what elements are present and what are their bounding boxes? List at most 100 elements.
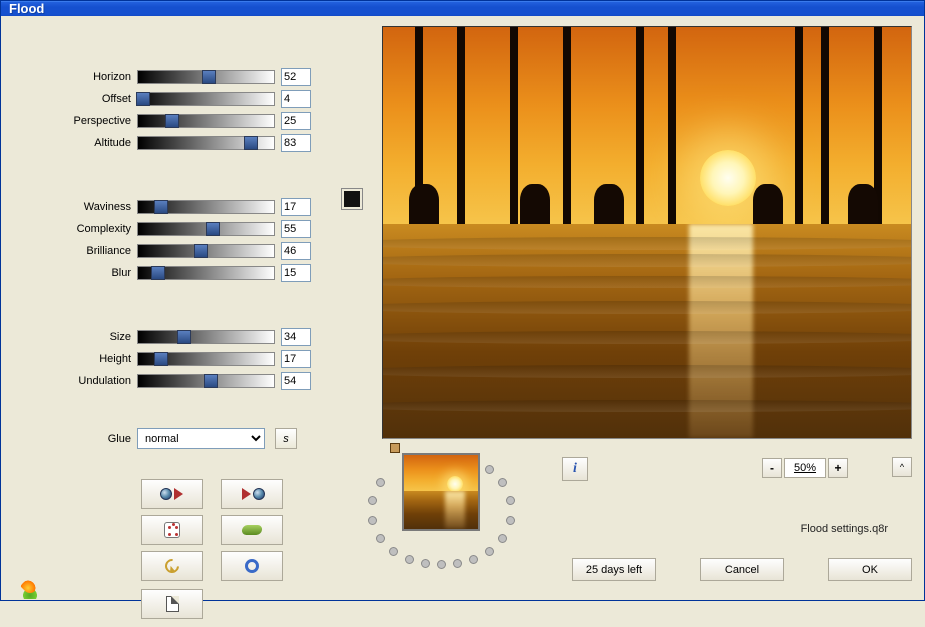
glue-select[interactable]: normal	[137, 428, 265, 449]
days-left-button[interactable]: 25 days left	[572, 558, 656, 581]
preview-image[interactable]	[382, 26, 912, 439]
ring-icon	[245, 559, 259, 573]
direction-dot[interactable]	[498, 534, 507, 543]
zoom-out-button[interactable]: -	[762, 458, 782, 478]
slider-thumb[interactable]	[204, 374, 218, 388]
slider-label: Perspective	[9, 115, 137, 127]
slider-row-complexity: Complexity	[9, 218, 369, 240]
ok-button[interactable]: OK	[828, 558, 912, 581]
slider-thumb[interactable]	[151, 266, 165, 280]
play-icon	[242, 488, 251, 500]
direction-dot[interactable]	[485, 547, 494, 556]
slider-thumb[interactable]	[206, 222, 220, 236]
preview-water	[383, 224, 911, 438]
slider-track[interactable]	[137, 114, 275, 128]
glue-s-button[interactable]: s	[275, 428, 297, 449]
slider-track[interactable]	[137, 266, 275, 280]
person-silhouette	[848, 184, 878, 224]
slider-track[interactable]	[137, 200, 275, 214]
glue-label: Glue	[9, 433, 137, 445]
glue-row: Glue normal s	[9, 428, 369, 449]
direction-dot[interactable]	[405, 555, 414, 564]
slider-value-input[interactable]	[281, 372, 311, 390]
collapse-button[interactable]: ^	[892, 457, 912, 477]
palm-silhouette	[457, 27, 465, 224]
direction-dot[interactable]	[485, 465, 494, 474]
slider-group-2: WavinessComplexityBrilliance Blur	[9, 196, 369, 284]
slider-thumb[interactable]	[202, 70, 216, 84]
direction-dot[interactable]	[506, 496, 515, 505]
play-disc-button[interactable]	[221, 479, 283, 509]
settings-filename: Flood settings.q8r	[801, 523, 888, 535]
light-direction-control[interactable]	[362, 443, 542, 593]
new-page-button[interactable]	[141, 589, 203, 619]
left-panel: HorizonOffsetPerspectiveAltitude Wavines…	[9, 26, 369, 619]
random-button[interactable]	[141, 515, 203, 545]
reset-button[interactable]	[221, 551, 283, 581]
direction-dot[interactable]	[421, 559, 430, 568]
slider-track[interactable]	[137, 92, 275, 106]
zoom-group: - 50% +	[762, 457, 848, 479]
play-icon	[174, 488, 183, 500]
direction-dot[interactable]	[389, 547, 398, 556]
content: HorizonOffsetPerspectiveAltitude Wavines…	[1, 16, 924, 627]
direction-dot[interactable]	[368, 516, 377, 525]
slider-thumb[interactable]	[194, 244, 208, 258]
slider-value-input[interactable]	[281, 220, 311, 238]
direction-dot[interactable]	[368, 496, 377, 505]
slider-thumb[interactable]	[154, 352, 168, 366]
slider-thumb[interactable]	[165, 114, 179, 128]
thumbnail[interactable]	[402, 453, 480, 531]
page-icon	[166, 596, 179, 612]
slider-label: Horizon	[9, 71, 137, 83]
slider-track[interactable]	[137, 244, 275, 258]
slider-value-input[interactable]	[281, 328, 311, 346]
slider-track[interactable]	[137, 222, 275, 236]
slider-value-input[interactable]	[281, 90, 311, 108]
slider-track[interactable]	[137, 330, 275, 344]
direction-dot[interactable]	[506, 516, 515, 525]
direction-dot[interactable]	[437, 560, 446, 569]
info-button[interactable]: i	[562, 457, 588, 481]
direction-dot[interactable]	[469, 555, 478, 564]
slider-value-input[interactable]	[281, 242, 311, 260]
sliders: HorizonOffsetPerspectiveAltitude Wavines…	[9, 26, 369, 619]
color-swatch[interactable]	[341, 188, 363, 210]
slider-thumb[interactable]	[154, 200, 168, 214]
slider-track[interactable]	[137, 70, 275, 84]
color-swatch-inner	[344, 191, 360, 207]
slider-value-input[interactable]	[281, 350, 311, 368]
slider-track[interactable]	[137, 374, 275, 388]
undo-icon	[162, 556, 182, 576]
palm-silhouette	[821, 27, 829, 224]
direction-dot[interactable]	[376, 534, 385, 543]
slider-track[interactable]	[137, 136, 275, 150]
zoom-value[interactable]: 50%	[784, 458, 826, 478]
flood-dialog: Flood HorizonOffsetPerspectiveAltitude W…	[0, 0, 925, 601]
slider-thumb[interactable]	[177, 330, 191, 344]
slider-track[interactable]	[137, 352, 275, 366]
slider-value-input[interactable]	[281, 264, 311, 282]
slider-thumb[interactable]	[244, 136, 258, 150]
slider-value-input[interactable]	[281, 134, 311, 152]
slider-value-input[interactable]	[281, 68, 311, 86]
slider-value-input[interactable]	[281, 112, 311, 130]
slider-row-brilliance: Brilliance	[9, 240, 369, 262]
slider-label: Offset	[9, 93, 137, 105]
slider-row-waviness: Waviness	[9, 196, 369, 218]
cancel-button[interactable]: Cancel	[700, 558, 784, 581]
slider-value-input[interactable]	[281, 198, 311, 216]
direction-dot[interactable]	[376, 478, 385, 487]
slider-thumb[interactable]	[136, 92, 150, 106]
disc-play-button[interactable]	[141, 479, 203, 509]
anchor-square[interactable]	[390, 443, 400, 453]
preview-sun	[700, 150, 756, 206]
palm-silhouette	[795, 27, 803, 224]
undo-button[interactable]	[141, 551, 203, 581]
direction-dot[interactable]	[498, 478, 507, 487]
wave-button[interactable]	[221, 515, 283, 545]
direction-dot[interactable]	[453, 559, 462, 568]
titlebar[interactable]: Flood	[1, 1, 924, 16]
slider-label: Blur	[9, 267, 137, 279]
zoom-in-button[interactable]: +	[828, 458, 848, 478]
